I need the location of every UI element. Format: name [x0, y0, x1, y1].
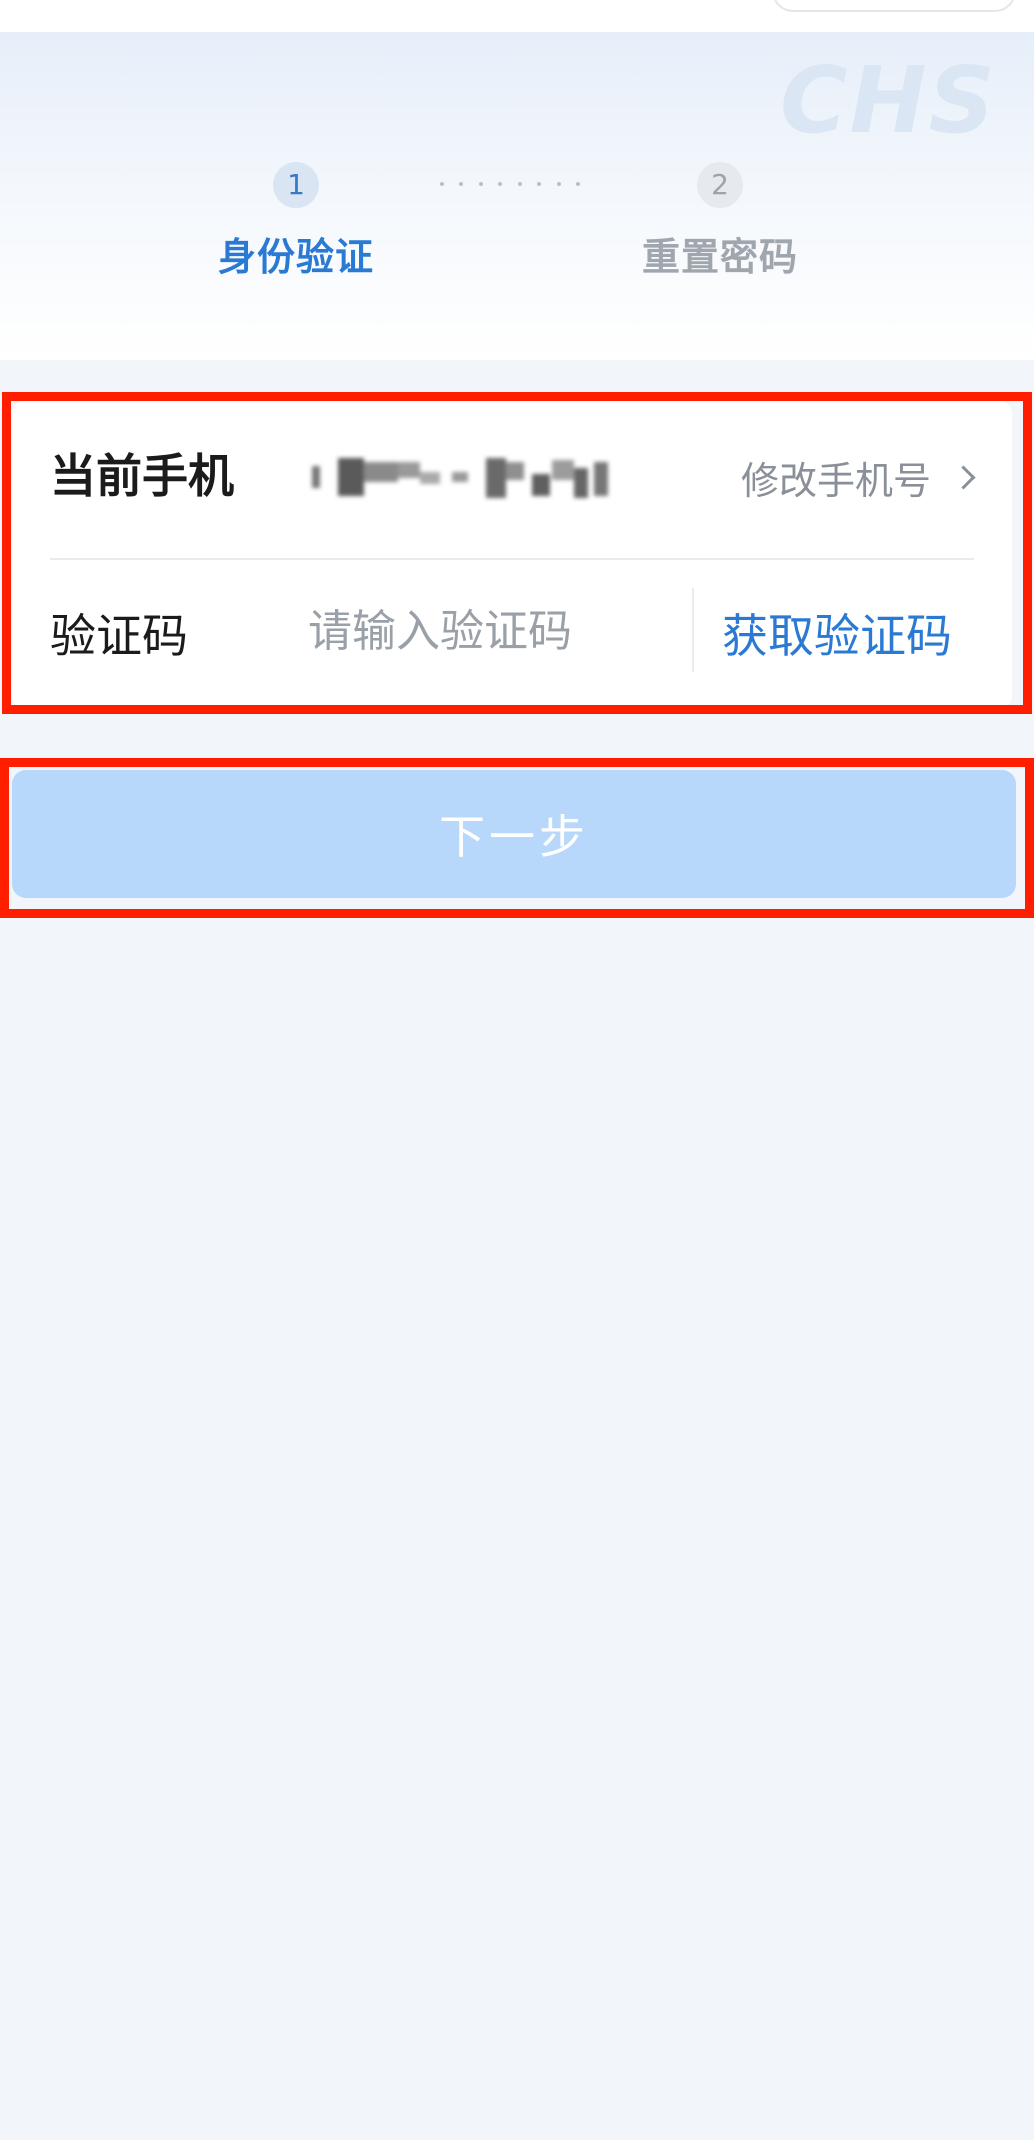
step-identity-verification: 1 身份验证: [196, 162, 396, 281]
top-pill-button[interactable]: [772, 0, 1016, 12]
reset-password-page: CHS 1 身份验证 2 重置密码 当前手机 修改手机号 验证码 请输入验证码 …: [0, 0, 1034, 2140]
highlight-box-next-button: [0, 758, 1034, 918]
svg-text:CHS: CHS: [780, 52, 997, 152]
chs-watermark-logo: CHS: [780, 52, 997, 152]
step-number-badge: 1: [273, 162, 319, 208]
step-number-badge: 2: [697, 162, 743, 208]
step-label: 身份验证: [217, 235, 374, 279]
steps-header: CHS 1 身份验证 2 重置密码: [0, 32, 1034, 360]
step-progress-dots: [440, 182, 580, 186]
highlight-box-form: [2, 392, 1032, 714]
step-reset-password: 2 重置密码: [620, 162, 820, 281]
step-label: 重置密码: [641, 235, 798, 279]
top-strip: [0, 0, 1034, 32]
